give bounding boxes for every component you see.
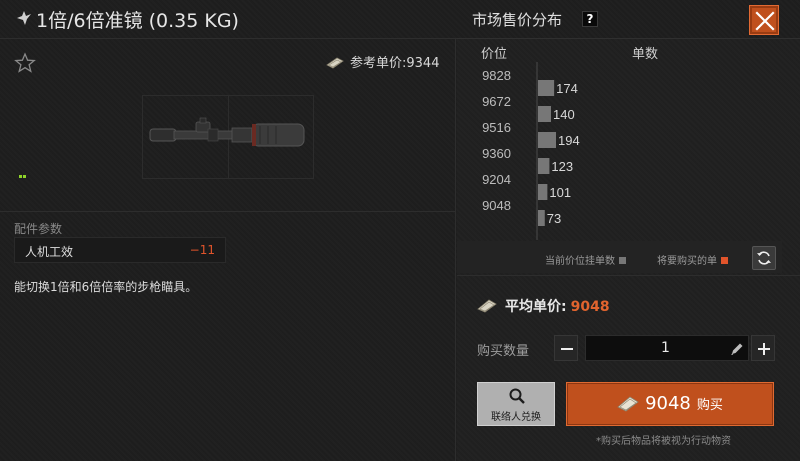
market-title: 市场售价分布: [472, 11, 563, 29]
scope-image: [149, 117, 305, 147]
bar-value-label: 174: [556, 81, 578, 96]
item-title: 1倍/6倍准镜 (0.35 KG): [36, 10, 239, 32]
grade-indicator: [19, 163, 27, 182]
chart-bar: [538, 158, 550, 174]
legend-buy-label: 将要购买的单: [657, 256, 717, 267]
search-icon: [509, 388, 525, 404]
quantity-field[interactable]: 1: [585, 335, 749, 361]
reference-price: 参考单价:9344: [326, 52, 439, 71]
legend-current-label: 当前价位挂单数: [545, 256, 615, 267]
reference-price-text: 参考单价:9344: [350, 56, 440, 71]
price-distribution-chart: 9828 9672 9516 9360 9204 9048 174 140 194 123 101 7…: [482, 62, 580, 240]
average-price-label: 平均单价:: [505, 299, 567, 315]
params-label: 配件参数: [14, 222, 63, 236]
help-icon[interactable]: ?: [582, 11, 598, 27]
close-button[interactable]: [749, 5, 779, 35]
minus-icon: [561, 348, 573, 350]
contact-exchange-button[interactable]: 联络人兑换: [477, 382, 555, 426]
item-description: 能切换1倍和6倍倍率的步枪瞄具。: [14, 280, 198, 294]
legend-buy-swatch: [721, 257, 728, 264]
price-tick-label: 9360: [482, 146, 511, 161]
price-tick-label: 9204: [482, 172, 511, 187]
price-tick-label: 9828: [482, 68, 511, 83]
quantity-value: 1: [661, 340, 670, 356]
chart-bar: [538, 80, 555, 96]
param-row: 人机工效 −11: [14, 237, 226, 263]
plus-icon: [758, 343, 770, 355]
chart-bar: [538, 132, 556, 148]
price-tick-label: 9048: [482, 198, 511, 213]
legend-current-swatch: [619, 257, 626, 264]
quantity-label: 购买数量: [477, 344, 530, 359]
chart-bar: [538, 210, 545, 226]
money-icon: [617, 396, 639, 412]
refresh-icon: [757, 251, 771, 265]
close-icon: [755, 11, 775, 31]
bar-value-label: 194: [558, 133, 580, 148]
param-value: −11: [189, 243, 215, 257]
refresh-button[interactable]: [752, 246, 776, 270]
quantity-increase-button[interactable]: [751, 335, 775, 361]
legend-buy: 将要购买的单: [657, 252, 728, 267]
money-icon: [477, 299, 497, 313]
param-name: 人机工效: [25, 245, 74, 259]
price-tick-label: 9516: [482, 120, 511, 135]
bar-value-label: 140: [553, 107, 575, 122]
price-tick-label: 9672: [482, 94, 511, 109]
average-price-value: 9048: [570, 299, 610, 315]
bar-value-label: 101: [549, 185, 571, 200]
purchase-divider: [457, 275, 800, 276]
bird-icon: [17, 11, 31, 25]
panel-divider: [455, 38, 456, 461]
legend-current: 当前价位挂单数: [545, 252, 626, 267]
pencil-icon[interactable]: [730, 342, 744, 356]
chart-bar: [538, 184, 548, 200]
star-icon[interactable]: [14, 52, 36, 74]
buy-label: 购买: [696, 398, 723, 413]
buy-amount: 9048: [645, 393, 691, 414]
contact-exchange-label: 联络人兑换: [491, 412, 541, 423]
buy-note: *购买后物品将被视为行动物资: [596, 436, 731, 447]
bar-value-label: 123: [551, 159, 573, 174]
quantity-decrease-button[interactable]: [554, 335, 578, 361]
bar-value-label: 73: [547, 211, 561, 226]
money-icon: [326, 57, 344, 69]
average-price: 平均单价: 9048: [477, 296, 610, 316]
chart-bar: [538, 106, 551, 122]
buy-button[interactable]: 9048 购买: [566, 382, 774, 426]
section-divider: [0, 211, 455, 212]
